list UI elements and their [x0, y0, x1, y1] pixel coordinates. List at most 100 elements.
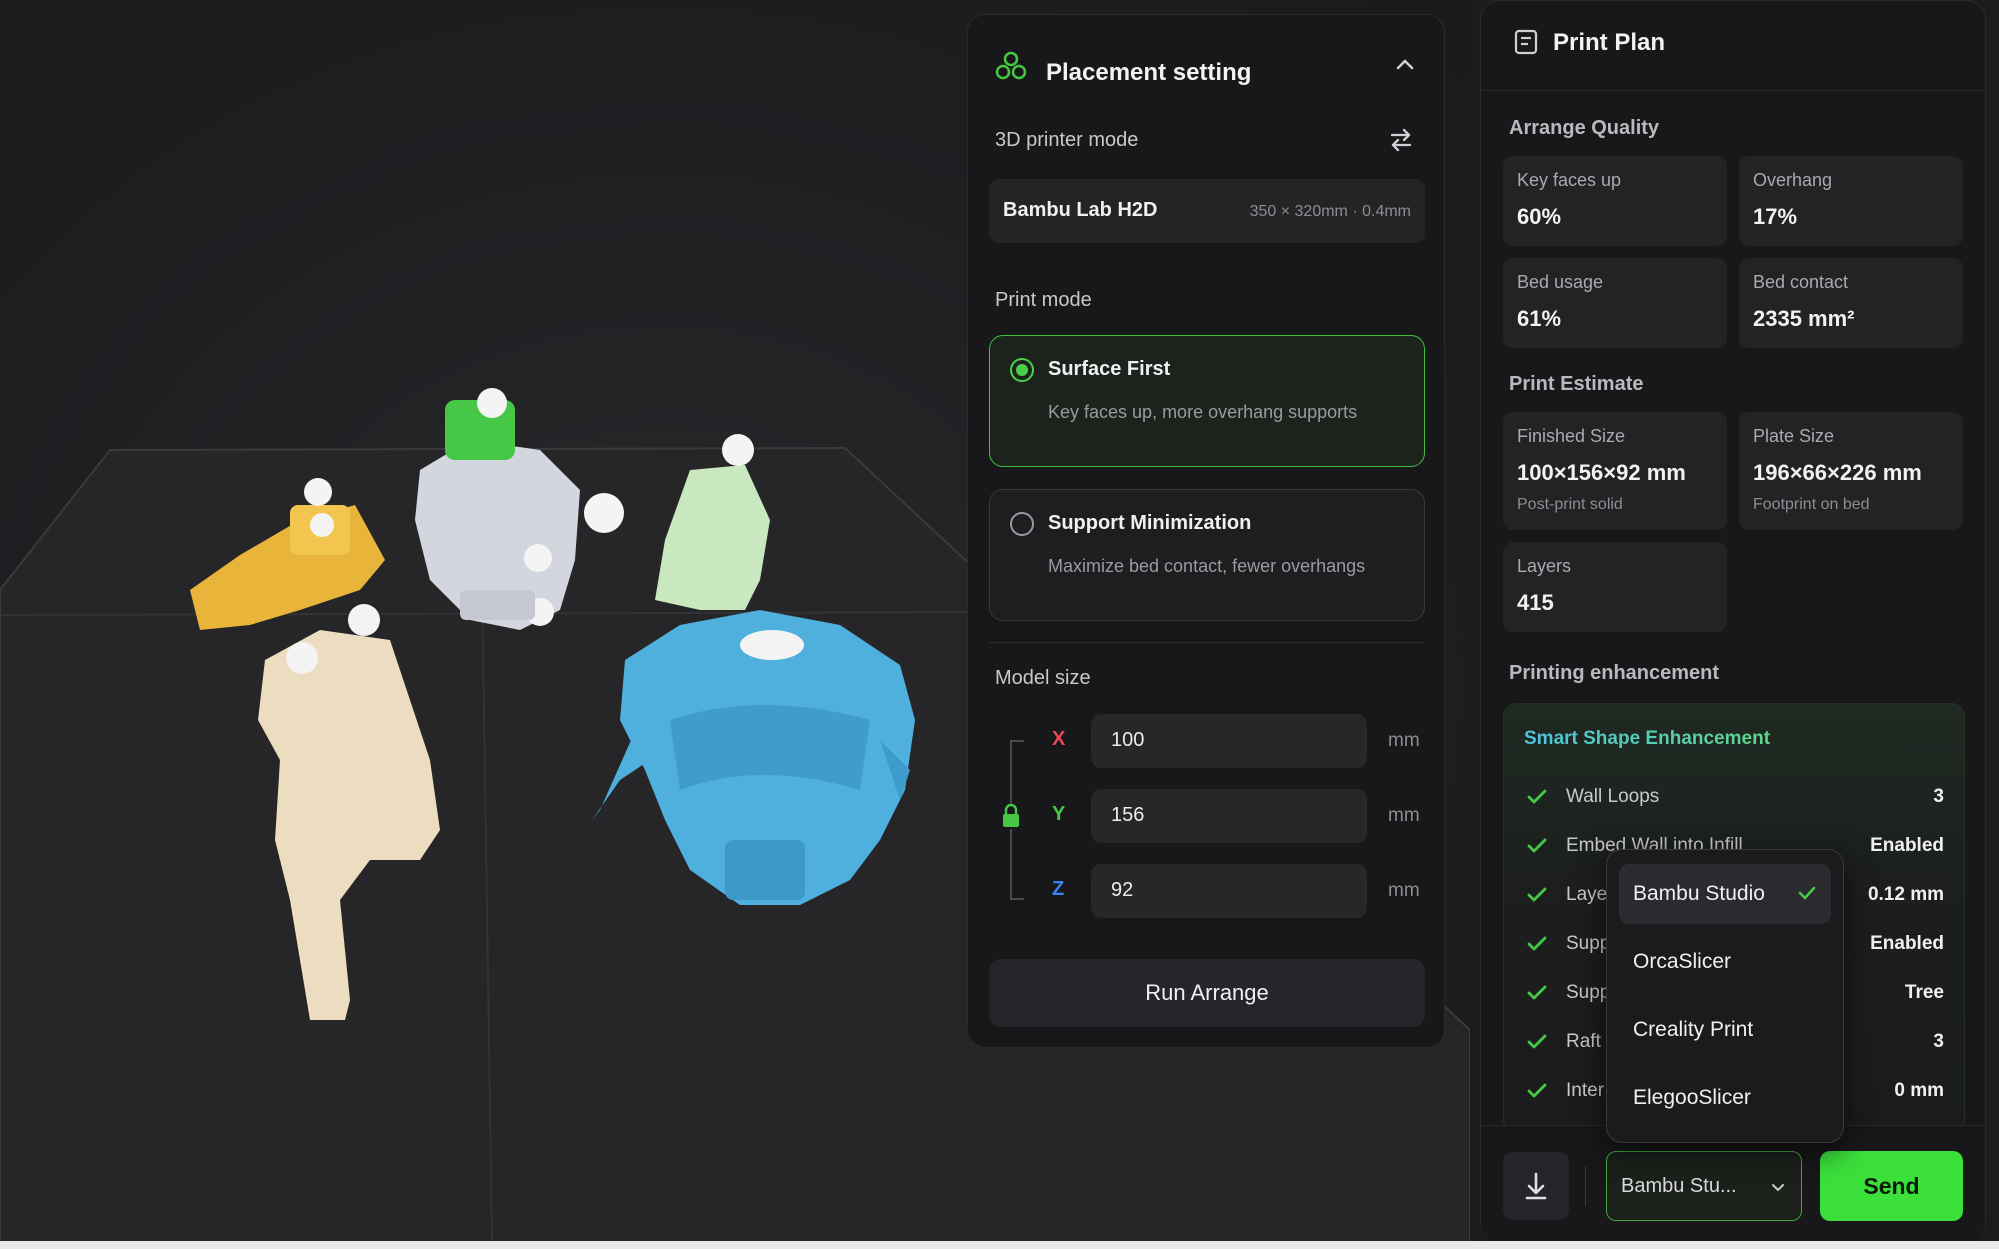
radio-unselected[interactable] — [1010, 512, 1034, 536]
bottom-edge — [0, 1241, 1999, 1249]
mode-description: Maximize bed contact, fewer overhangs — [1048, 556, 1366, 576]
menu-item-label: Creality Print — [1633, 1018, 1754, 1041]
enhancement-value: 3 — [1933, 1031, 1944, 1052]
check-icon — [1527, 838, 1547, 853]
check-icon — [1527, 789, 1547, 804]
print-estimate-title: Print Estimate — [1509, 373, 1644, 395]
stat-label: Finished Size — [1517, 426, 1626, 446]
stat-label: Bed contact — [1753, 272, 1849, 292]
menu-item-elegooslicer[interactable]: ElegooSlicer — [1619, 1068, 1831, 1128]
download-button[interactable] — [1503, 1152, 1569, 1220]
size-row-z: Z 92 mm — [968, 864, 1444, 918]
enhancement-value: Enabled — [1870, 933, 1944, 954]
stat-layers: Layers 415 — [1503, 542, 1727, 632]
axis-letter-x: X — [1052, 728, 1066, 750]
check-icon — [1527, 1083, 1547, 1098]
chevron-down-icon — [1772, 1184, 1784, 1191]
enhancement-value: Enabled — [1870, 835, 1944, 856]
menu-item-creality-print[interactable]: Creality Print — [1619, 1000, 1831, 1060]
slicer-dropdown-menu: Bambu Studio OrcaSlicer Creality Print E… — [1606, 849, 1844, 1143]
placement-icon — [995, 51, 1027, 80]
model-size-label: Model size — [995, 667, 1091, 689]
stat-bed-contact: Bed contact 2335 mm² — [1739, 258, 1963, 348]
stat-value: 196×66×226 mm — [1753, 460, 1922, 485]
printer-mode-label: 3D printer mode — [995, 129, 1139, 151]
size-z-input[interactable]: 92 — [1091, 864, 1367, 918]
enhancement-label: Supp — [1566, 933, 1611, 954]
stat-label: Bed usage — [1517, 272, 1604, 292]
stat-value: 2335 mm² — [1753, 306, 1855, 331]
stat-finished-size: Finished Size 100×156×92 mm Post-print s… — [1503, 412, 1727, 530]
stat-value: 17% — [1753, 204, 1798, 229]
axis-letter-z: Z — [1052, 878, 1065, 900]
check-icon — [1527, 1034, 1547, 1049]
stat-bed-usage: Bed usage 61% — [1503, 258, 1727, 348]
size-row-y: Y 156 mm — [968, 789, 1444, 843]
send-button[interactable]: Send — [1820, 1151, 1963, 1221]
enhancement-value: 0 mm — [1894, 1080, 1944, 1101]
size-x-input[interactable]: 100 — [1091, 714, 1367, 768]
slicer-selected-value: Bambu Stu... — [1621, 1175, 1737, 1197]
axis-letter-y: Y — [1052, 803, 1066, 825]
stat-label: Plate Size — [1753, 426, 1835, 446]
stat-value: 415 — [1517, 590, 1554, 615]
stat-sub: Footprint on bed — [1753, 496, 1870, 513]
size-row-x: X 100 mm — [968, 714, 1444, 768]
slicer-select[interactable]: Bambu Stu... — [1606, 1151, 1802, 1221]
run-arrange-button[interactable]: Run Arrange — [989, 959, 1425, 1027]
unit-label: mm — [1388, 805, 1420, 826]
mode-title: Support Minimization — [1048, 512, 1252, 534]
mode-description: Key faces up, more overhang supports — [1048, 402, 1358, 422]
stat-value: 100×156×92 mm — [1517, 460, 1686, 485]
stat-plate-size: Plate Size 196×66×226 mm Footprint on be… — [1739, 412, 1963, 530]
plan-header: Print Plan — [1481, 1, 1985, 91]
printer-name: Bambu Lab H2D — [1003, 199, 1158, 221]
check-icon — [1527, 936, 1547, 951]
menu-item-orcaslicer[interactable]: OrcaSlicer — [1619, 932, 1831, 992]
footer-separator — [1585, 1166, 1586, 1206]
mode-surface-first[interactable]: Surface First Key faces up, more overhan… — [989, 335, 1425, 467]
chevron-up-icon[interactable] — [1392, 51, 1418, 77]
menu-item-label: Bambu Studio — [1633, 882, 1765, 905]
enhancement-label: Inter — [1566, 1080, 1605, 1101]
mode-title: Surface First — [1048, 358, 1171, 380]
smart-shape-title: Smart Shape Enhancement — [1524, 728, 1771, 749]
enhancement-label: Laye — [1566, 884, 1608, 905]
stat-label: Key faces up — [1517, 170, 1622, 190]
printer-spec: 350 × 320mm · 0.4mm — [1249, 203, 1411, 220]
menu-item-bambu-studio[interactable]: Bambu Studio — [1619, 864, 1831, 924]
swap-icon[interactable] — [1387, 126, 1415, 154]
enhancement-label: Supp — [1566, 982, 1611, 1003]
stat-label: Layers — [1517, 556, 1572, 576]
stat-key-faces-up: Key faces up 60% — [1503, 156, 1727, 246]
placement-title: Placement setting — [1046, 59, 1252, 86]
radio-selected[interactable] — [1010, 358, 1034, 382]
menu-item-label: OrcaSlicer — [1633, 950, 1732, 973]
enhancement-label: Raft — [1566, 1031, 1601, 1052]
check-icon — [1527, 985, 1547, 1000]
mode-support-minimization[interactable]: Support Minimization Maximize bed contac… — [989, 489, 1425, 621]
enhancement-value: 0.12 mm — [1867, 884, 1944, 905]
plan-title: Print Plan — [1553, 29, 1666, 56]
arrange-quality-title: Arrange Quality — [1509, 117, 1660, 139]
stat-label: Overhang — [1753, 170, 1833, 190]
printer-selector[interactable]: Bambu Lab H2D 350 × 320mm · 0.4mm — [989, 179, 1425, 243]
enhancement-row: Wall Loops 3 — [1504, 782, 1964, 812]
stat-overhang: Overhang 17% — [1739, 156, 1963, 246]
stat-value: 60% — [1517, 204, 1562, 229]
printing-enhancement-title: Printing enhancement — [1509, 662, 1720, 684]
check-icon — [1527, 887, 1547, 902]
app-root: Placement setting 3D printer mode Bambu … — [0, 0, 1999, 1249]
enhancement-value: 3 — [1933, 786, 1944, 807]
size-y-input[interactable]: 156 — [1091, 789, 1367, 843]
stat-sub: Post-print solid — [1517, 496, 1623, 513]
print-mode-label: Print mode — [995, 289, 1092, 311]
check-icon — [1798, 886, 1816, 900]
menu-item-label: ElegooSlicer — [1633, 1086, 1751, 1109]
unit-label: mm — [1388, 730, 1420, 751]
download-icon — [1525, 1172, 1547, 1200]
enhancement-value: Tree — [1904, 982, 1944, 1003]
print-plan-icon — [1514, 29, 1538, 55]
placement-panel: Placement setting 3D printer mode Bambu … — [967, 14, 1445, 1048]
unit-label: mm — [1388, 880, 1420, 901]
